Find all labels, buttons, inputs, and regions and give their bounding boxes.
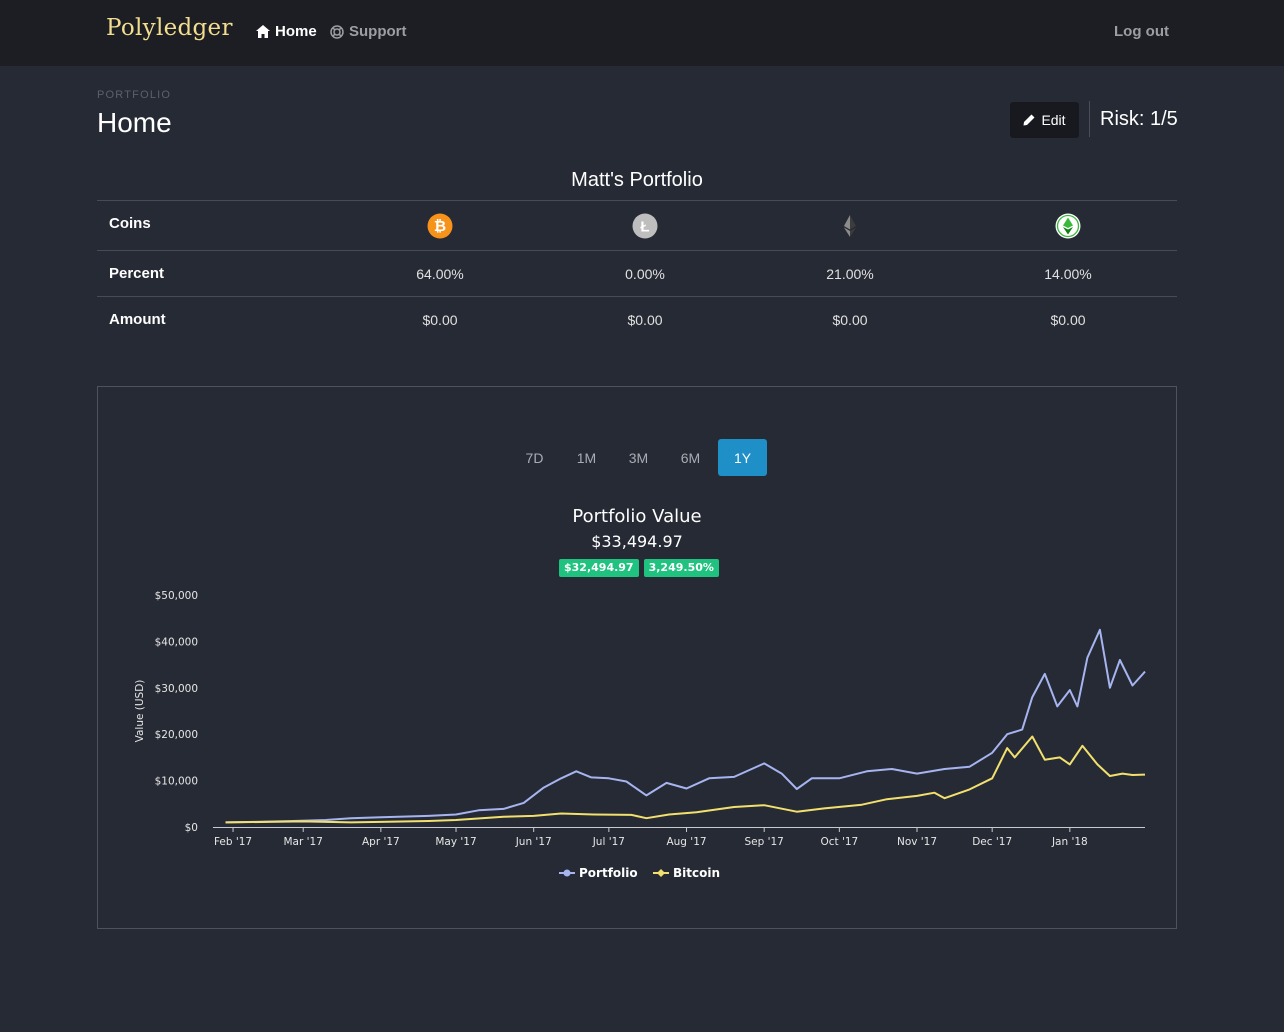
ltc-percent: 0.00% [625,266,665,282]
gain-badges: $32,494.97 3,249.50% [559,559,719,577]
range-tab-1y[interactable]: 1Y [718,439,767,476]
ethereum-classic-icon[interactable] [1055,213,1081,239]
bitcoin-icon[interactable]: ₿ [427,213,453,239]
row-label-percent: Percent [109,265,165,282]
range-tab-7d[interactable]: 7D [510,439,559,476]
page-title: Home [97,107,172,138]
risk-level: Risk: 1/5 [1100,108,1178,130]
nav-support-link[interactable]: Support [330,23,407,40]
pencil-icon [1023,114,1035,126]
portfolio-name: Matt's Portfolio [571,169,703,191]
btc-percent: 64.00% [416,266,464,282]
litecoin-icon[interactable]: Ł [632,213,658,239]
range-tab-6m[interactable]: 6M [666,439,715,476]
top-navbar: Polyledger Home Support Log out [0,0,1284,66]
chart-title: Portfolio Value [572,506,702,527]
etc-amount: $0.00 [1050,312,1086,328]
lifebuoy-icon [330,24,344,39]
range-tab-1m[interactable]: 1M [562,439,611,476]
nav-home-label: Home [275,23,317,40]
svg-text:₿: ₿ [434,218,446,235]
svg-text:Ł: Ł [640,219,649,236]
portfolio-total-value: $33,494.97 [591,532,683,551]
eth-amount: $0.00 [832,312,868,328]
row-label-coins: Coins [109,215,151,232]
home-icon [256,25,270,38]
logout-link[interactable]: Log out [1114,23,1169,40]
edit-button[interactable]: Edit [1010,102,1079,138]
ltc-amount: $0.00 [627,312,663,328]
etc-percent: 14.00% [1044,266,1092,282]
page-overline: PORTFOLIO [97,89,172,101]
coin-allocation-table: Coins ₿ Ł Percent 64.00% 0.00% 21.00% 14… [97,200,1177,342]
ethereum-icon[interactable] [837,213,863,239]
row-label-amount: Amount [109,311,166,328]
header-divider [1089,101,1090,137]
eth-percent: 21.00% [826,266,874,282]
table-row-amount: Amount $0.00 $0.00 $0.00 $0.00 [97,296,1177,342]
table-row-coins: Coins ₿ Ł [97,200,1177,250]
btc-amount: $0.00 [422,312,458,328]
brand-logo[interactable]: Polyledger [106,15,233,41]
edit-button-label: Edit [1041,112,1066,128]
gain-amount-badge: $32,494.97 [559,559,639,577]
nav-support-label: Support [349,23,407,40]
range-tab-3m[interactable]: 3M [614,439,663,476]
table-row-percent: Percent 64.00% 0.00% 21.00% 14.00% [97,250,1177,296]
range-tabs: 7D 1M 3M 6M 1Y [510,439,767,476]
gain-percent-badge: 3,249.50% [643,559,719,577]
nav-home-link[interactable]: Home [256,23,317,40]
